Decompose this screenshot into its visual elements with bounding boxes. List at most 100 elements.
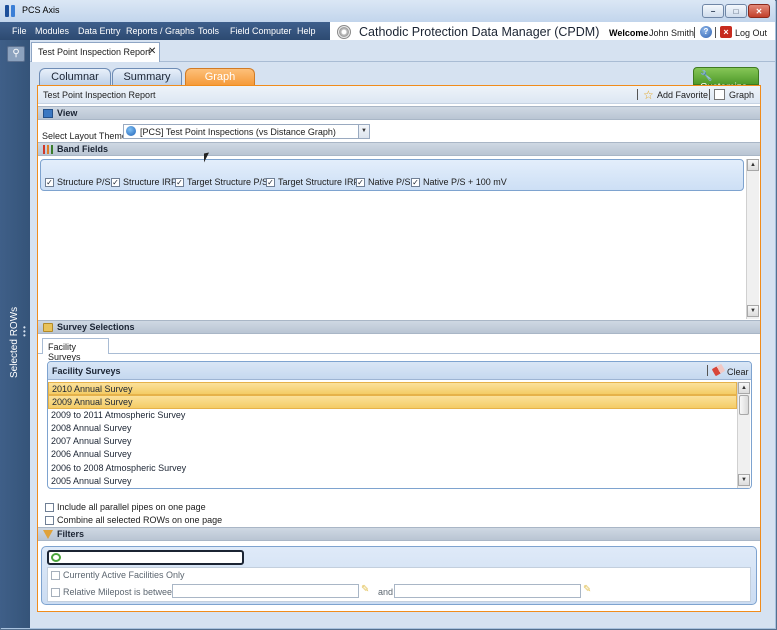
facility-surveys-title: Facility Surveys (52, 366, 121, 376)
menu-help[interactable]: Help (297, 26, 316, 36)
checkbox[interactable]: ✓ (411, 177, 420, 187)
layout-theme-select[interactable]: [PCS] Test Point Inspections (vs Distanc… (123, 124, 370, 139)
chevron-down-icon[interactable]: ▼ (358, 125, 369, 138)
search-icon[interactable]: ⚲ (7, 46, 25, 62)
tab-test-point-inspection-report[interactable]: Test Point Inspection Report (31, 42, 160, 62)
scroll-down-icon[interactable]: ▼ (738, 474, 750, 486)
tab-graph[interactable]: Graph (185, 68, 255, 85)
band-field-target-structure-ps[interactable]: ✓ Target Structure P/S (175, 177, 268, 187)
milepost-to-input[interactable] (394, 584, 581, 598)
survey-list: 2010 Annual Survey 2009 Annual Survey 20… (48, 382, 737, 488)
customize-button[interactable]: 🔧 Customize (693, 67, 759, 93)
checkbox[interactable]: ✓ (111, 177, 120, 187)
band-field-native-ps-100mv[interactable]: ✓ Native P/S + 100 mV (411, 177, 507, 187)
list-item[interactable]: 2006 to 2008 Atmospheric Survey (48, 462, 737, 475)
clear-button[interactable]: Clear (727, 367, 749, 377)
band-field-label: Structure P/S (57, 177, 111, 187)
survey-selections-heading: Survey Selections (57, 322, 135, 332)
filters-heading: Filters (57, 529, 85, 539)
checkbox[interactable]: ✓ (356, 177, 365, 187)
menu-modules[interactable]: Modules (35, 26, 69, 36)
filter-milepost[interactable]: Relative Milepost is between (51, 587, 177, 597)
graph-icon[interactable] (714, 89, 725, 100)
pencil-icon[interactable]: ✎ (361, 584, 369, 595)
band-fields-scrollbar[interactable]: ▲ ▼ (746, 159, 759, 319)
divider (637, 89, 638, 100)
folder-icon (43, 323, 53, 332)
star-icon[interactable]: ☆ (643, 88, 654, 102)
title-bar (0, 0, 775, 22)
band-fields-header[interactable]: Band Fields (38, 142, 760, 156)
survey-selections-header[interactable]: Survey Selections (38, 320, 760, 334)
band-field-structure-irf[interactable]: ✓ Structure IRF (111, 177, 177, 187)
scroll-thumb[interactable] (739, 395, 749, 415)
tab-summary[interactable]: Summary (112, 68, 182, 85)
divider (694, 27, 695, 38)
checkbox[interactable] (45, 515, 54, 525)
app-header: Cathodic Protection Data Manager (CPDM) (337, 22, 599, 42)
checkbox[interactable]: ✓ (45, 177, 54, 187)
graph-link[interactable]: Graph (729, 90, 754, 100)
list-item[interactable]: 2009 Annual Survey (48, 395, 737, 409)
grip-icon[interactable]: • • • (23, 324, 26, 340)
checkbox[interactable]: ✓ (266, 177, 275, 187)
menu-file[interactable]: File (12, 26, 27, 36)
list-item[interactable]: 2009 to 2011 Atmospheric Survey (48, 409, 737, 422)
scroll-up-icon[interactable]: ▲ (747, 159, 759, 171)
option-combine-selected-rows[interactable]: Combine all selected ROWs on one page (45, 515, 222, 525)
list-item[interactable]: 2006 Annual Survey (48, 448, 737, 461)
filter-active-facilities[interactable]: Currently Active Facilities Only (51, 570, 185, 580)
wrench-icon: 🔧 (700, 71, 713, 82)
checkbox[interactable] (45, 502, 54, 512)
checkbox[interactable] (51, 570, 60, 580)
maximize-button[interactable]: □ (725, 4, 747, 18)
menu-tools[interactable]: Tools (198, 26, 219, 36)
scroll-up-icon[interactable]: ▲ (738, 382, 750, 394)
menu-data-entry[interactable]: Data Entry (78, 26, 121, 36)
filter-toggle-icon[interactable] (51, 553, 61, 562)
list-item[interactable]: 2007 Annual Survey (48, 435, 737, 448)
close-window-button[interactable]: ✕ (748, 4, 770, 18)
checkbox[interactable]: ✓ (175, 177, 184, 187)
scroll-down-icon[interactable]: ▼ (747, 305, 759, 317)
option-label: Combine all selected ROWs on one page (57, 515, 223, 525)
app-title: Cathodic Protection Data Manager (CPDM) (359, 25, 600, 39)
minimize-button[interactable]: − (702, 4, 724, 18)
band-field-native-ps[interactable]: ✓ Native P/S (356, 177, 411, 187)
list-item[interactable]: 2005 Annual Survey (48, 475, 737, 488)
list-item[interactable]: 2008 Annual Survey (48, 422, 737, 435)
tab-columnar[interactable]: Columnar (39, 68, 111, 85)
band-field-structure-ps[interactable]: ✓ Structure P/S (45, 177, 111, 187)
menu-reports-graphs[interactable]: Reports / Graphs (126, 26, 195, 36)
layout-theme-value: [PCS] Test Point Inspections (vs Distanc… (140, 127, 336, 137)
option-include-parallel-pipes[interactable]: Include all parallel pipes on one page (45, 502, 206, 512)
option-label: Include all parallel pipes on one page (57, 502, 206, 512)
tab-facility-surveys[interactable]: Facility Surveys (42, 338, 109, 362)
help-icon[interactable]: ? (700, 26, 712, 38)
funnel-icon (43, 530, 53, 539)
facility-surveys-header (48, 362, 751, 380)
band-field-label: Structure IRF (123, 177, 177, 187)
logout-link[interactable]: Log Out (735, 28, 767, 38)
list-item[interactable]: 2010 Annual Survey (48, 382, 737, 396)
view-icon (43, 109, 53, 118)
view-section-header[interactable]: View (38, 106, 760, 120)
divider (709, 89, 710, 100)
bar-chart-icon (43, 145, 53, 154)
add-favorite-link[interactable]: Add Favorite (657, 90, 708, 100)
globe-icon (126, 126, 136, 136)
checkbox[interactable] (51, 587, 60, 597)
divider (38, 353, 760, 354)
filters-header[interactable]: Filters (38, 527, 760, 541)
logout-icon[interactable]: × (720, 26, 732, 38)
filter-active-label: Currently Active Facilities Only (63, 570, 185, 580)
milepost-from-input[interactable] (172, 584, 359, 598)
menu-field-computer[interactable]: Field Computer (230, 26, 292, 36)
band-field-target-structure-irf[interactable]: ✓ Target Structure IRF (266, 177, 359, 187)
pencil-icon[interactable]: ✎ (583, 584, 591, 595)
filter-expression-input[interactable] (47, 550, 244, 565)
band-field-label: Target Structure IRF (278, 177, 360, 187)
selected-rows-label[interactable]: Selected ROWs (9, 307, 20, 378)
close-tab-icon[interactable]: ✕ (148, 46, 156, 57)
survey-list-scrollbar[interactable]: ▲ ▼ (737, 382, 750, 488)
